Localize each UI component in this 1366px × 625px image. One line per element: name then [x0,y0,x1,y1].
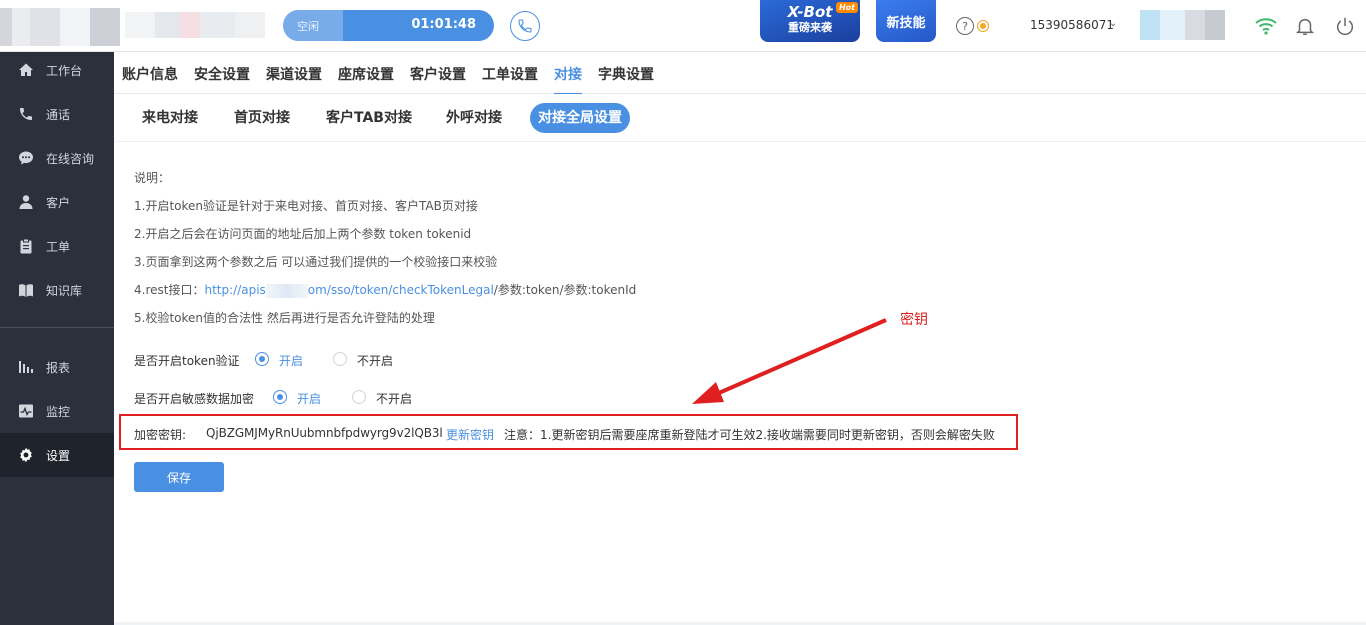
new-skill-button[interactable]: 新技能 [876,0,936,42]
description-line-3: 3.页面拿到这两个参数之后 可以通过我们提供的一个校验接口来校验 [134,255,498,269]
key-label: 加密密钥: [134,428,187,442]
help-icon[interactable]: ? [956,17,974,35]
redacted-domain [265,283,308,298]
token-on-radio[interactable] [255,352,269,366]
sidebar-item-label: 客户 [46,195,71,210]
blurred-logo [0,8,120,46]
monitor-icon [19,404,33,418]
sidebar-item-label: 通话 [46,107,71,122]
sidebar-item-settings[interactable]: 设置 [0,433,114,477]
sidebar-item-label: 设置 [46,448,71,463]
clipboard-icon [20,238,32,254]
sidebar-item-label: 在线咨询 [46,151,95,166]
integration-subtabs: 来电对接 首页对接 客户TAB对接 外呼对接 对接全局设置 [114,94,1366,142]
book-icon [19,284,33,297]
call-status-pill[interactable]: 空闲 01:01:48 [283,10,494,41]
settings-content: 说明： 1.开启token验证是针对于来电对接、首页对接、客户TAB页对接 2.… [114,142,1366,622]
sidebar-divider [0,327,114,328]
tab-dictionary[interactable]: 字典设置 [598,64,654,84]
subtab-outbound-call[interactable]: 外呼对接 [438,103,510,133]
tab-seats[interactable]: 座席设置 [338,64,394,84]
subtab-customer-tab[interactable]: 客户TAB对接 [318,103,420,133]
blurred-avatar [1140,10,1225,40]
sidebar-item-label: 工作台 [46,63,83,78]
phone-icon [20,108,32,120]
subtab-global-settings[interactable]: 对接全局设置 [530,103,630,133]
encrypt-off-label[interactable]: 不开启 [376,390,412,407]
dial-button[interactable] [510,11,540,41]
user-icon [19,195,33,209]
token-verify-label: 是否开启token验证 [134,354,240,368]
update-key-link[interactable]: 更新密钥 [446,426,494,443]
xbot-subtitle: 重磅来袭 [788,21,832,34]
description-line-4: 4.rest接口：http://apis om/sso/token/checkTo… [134,281,636,298]
phone-icon [518,19,532,33]
token-on-label[interactable]: 开启 [279,352,303,369]
key-note: 注意：1.更新密钥后需要座席重新登陆才可生效2.接收端需要同时更新密钥，否则会解… [504,428,995,442]
sidebar-item-calls[interactable]: 通话 [0,92,114,136]
rest-api-params: /参数:token/参数:tokenId [493,283,637,297]
chevron-down-icon[interactable]: ⌄ [1109,18,1117,29]
gear-icon [20,447,32,463]
call-timer: 01:01:48 [411,17,476,32]
xbot-promo-banner[interactable]: X-Bot 重磅来袭 Hot [760,0,860,42]
save-button[interactable]: 保存 [134,462,224,492]
description-line-5: 5.校验token值的合法性 然后再进行是否允许登陆的处理 [134,311,435,325]
call-status-text: 空闲 [297,20,319,33]
blurred-company-name [125,12,265,38]
bell-icon[interactable] [1294,15,1316,37]
tab-account-info[interactable]: 账户信息 [122,64,178,84]
sidebar-item-label: 工单 [46,239,71,254]
encrypt-label: 是否开启敏感数据加密 [134,392,255,406]
sidebar-item-online-chat[interactable]: 在线咨询 [0,136,114,180]
tab-security[interactable]: 安全设置 [194,64,250,84]
tab-customer-settings[interactable]: 客户设置 [410,64,466,84]
sidebar-item-tickets[interactable]: 工单 [0,224,114,268]
rest-api-link-part-1[interactable]: http://apis [204,283,265,297]
tab-integration[interactable]: 对接 [554,64,582,95]
description-line-2: 2.开启之后会在访问页面的地址后加上两个参数 token tokenid [134,227,472,241]
sidebar-item-label: 知识库 [46,283,83,298]
sidebar-item-reports[interactable]: 报表 [0,345,114,389]
tab-ticket-settings[interactable]: 工单设置 [482,64,538,84]
sidebar-item-monitor[interactable]: 监控 [0,389,114,433]
rest-api-link-part-2[interactable]: om/sso/token/checkTokenLegal [308,283,494,297]
sidebar-item-label: 监控 [46,404,71,419]
tab-channels[interactable]: 渠道设置 [266,64,322,84]
sidebar-item-customers[interactable]: 客户 [0,180,114,224]
description-title: 说明： [134,171,171,185]
hot-badge: Hot [835,2,858,13]
user-account[interactable]: 15390586071 [1030,18,1114,32]
encrypt-on-label[interactable]: 开启 [297,390,321,407]
settings-tabs: 账户信息 安全设置 渠道设置 座席设置 客户设置 工单设置 对接 字典设置 [114,52,1366,95]
status-dot [978,21,988,31]
home-icon [19,63,33,76]
new-skill-label: 新技能 [886,15,926,31]
token-off-label[interactable]: 不开启 [357,352,393,369]
encryption-key-row: 加密密钥: QjBZGMJMyRnUubmnbfpdwyrg9v2lQB3l 更… [119,414,1018,450]
sidebar-item-knowledge-base[interactable]: 知识库 [0,268,114,312]
token-off-radio[interactable] [333,352,347,366]
subtab-homepage[interactable]: 首页对接 [226,103,298,133]
power-icon[interactable] [1334,15,1356,37]
rest-api-prefix: 4.rest接口： [134,283,205,297]
description-line-1: 1.开启token验证是针对于来电对接、首页对接、客户TAB页对接 [134,199,478,213]
encrypt-on-radio[interactable] [273,390,287,404]
bar-chart-icon [19,361,33,373]
encrypt-off-radio[interactable] [352,390,366,404]
sidebar-item-label: 报表 [46,360,71,375]
wifi-icon [1255,18,1277,35]
annotation-label: 密钥 [900,312,928,328]
chat-icon [19,151,33,165]
sidebar-item-workbench[interactable]: 工作台 [0,48,114,92]
subtab-incoming-call[interactable]: 来电对接 [134,103,206,133]
sidebar: 工作台 通话 在线咨询 客户 工单 知识库 报表 监控 设置 [0,52,114,625]
key-value: QjBZGMJMyRnUubmnbfpdwyrg9v2lQB3l [206,426,443,440]
top-bar: 空闲 01:01:48 X-Bot 重磅来袭 Hot 新技能 ? 1539058… [0,0,1366,52]
